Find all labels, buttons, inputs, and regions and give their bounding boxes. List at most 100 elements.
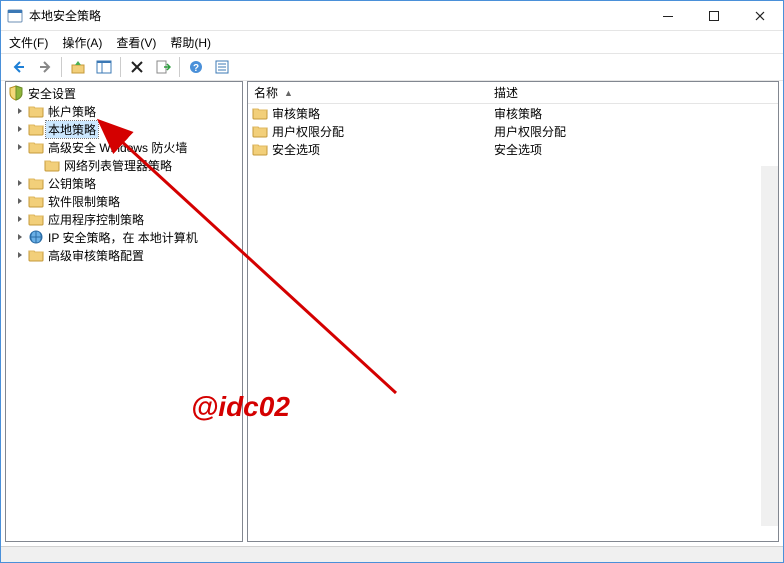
folder-up-icon — [70, 59, 86, 75]
panes-icon — [96, 59, 112, 75]
tree-item[interactable]: 公钥策略 — [6, 174, 242, 192]
list-name-label: 审核策略 — [272, 105, 320, 122]
annotation-watermark: @idc02 — [191, 391, 290, 423]
list-cell-name: 安全选项 — [248, 141, 488, 158]
folder-icon — [28, 193, 44, 209]
window-controls — [645, 1, 783, 31]
expand-icon[interactable] — [14, 123, 26, 135]
folder-icon — [28, 247, 44, 263]
sort-ascending-icon: ▲ — [284, 88, 293, 98]
expand-icon[interactable] — [14, 213, 26, 225]
tree-item-label: 高级审核策略配置 — [46, 247, 146, 264]
tree-item[interactable]: 网络列表管理器策略 — [6, 156, 242, 174]
up-button[interactable] — [66, 55, 90, 79]
list-desc-label: 安全选项 — [494, 141, 542, 158]
tree-view: 安全设置 帐户策略本地策略高级安全 Windows 防火墙网络列表管理器策略公钥… — [6, 82, 242, 266]
list-cell-desc: 安全选项 — [488, 141, 778, 158]
menu-action[interactable]: 操作(A) — [62, 34, 102, 51]
help-icon — [188, 59, 204, 75]
properties-icon — [214, 59, 230, 75]
tree-root-label: 安全设置 — [26, 85, 78, 102]
expand-icon[interactable] — [14, 105, 26, 117]
close-button[interactable] — [737, 1, 783, 31]
properties-button[interactable] — [210, 55, 234, 79]
list-desc-label: 用户权限分配 — [494, 123, 566, 140]
folder-icon — [28, 211, 44, 227]
export-icon — [155, 59, 171, 75]
toolbar-separator — [179, 57, 180, 77]
menu-bar: 文件(F) 操作(A) 查看(V) 帮助(H) — [1, 31, 783, 53]
menu-view[interactable]: 查看(V) — [116, 34, 156, 51]
tree-item[interactable]: 高级审核策略配置 — [6, 246, 242, 264]
maximize-button[interactable] — [691, 1, 737, 31]
list-header: 名称 ▲ 描述 — [248, 82, 778, 104]
back-icon — [11, 59, 27, 75]
folder-icon — [44, 157, 60, 173]
expand-icon[interactable] — [14, 195, 26, 207]
security-settings-icon — [8, 85, 24, 101]
list-name-label: 安全选项 — [272, 141, 320, 158]
tree-item-label: 帐户策略 — [46, 103, 98, 120]
tree-item-label: 应用程序控制策略 — [46, 211, 146, 228]
expand-icon[interactable] — [14, 231, 26, 243]
list-cell-desc: 用户权限分配 — [488, 123, 778, 140]
list-cell-desc: 审核策略 — [488, 105, 778, 122]
export-list-button[interactable] — [151, 55, 175, 79]
list-body: 审核策略审核策略用户权限分配用户权限分配安全选项安全选项 — [248, 104, 778, 158]
menu-file[interactable]: 文件(F) — [9, 34, 48, 51]
folder-icon — [252, 141, 268, 157]
column-desc-label: 描述 — [494, 84, 518, 101]
show-hide-tree-button[interactable] — [92, 55, 116, 79]
help-button[interactable] — [184, 55, 208, 79]
title-bar: 本地安全策略 — [1, 1, 783, 31]
list-row[interactable]: 安全选项 安全选项 — [248, 140, 778, 158]
tree-item[interactable]: IP 安全策略，在 本地计算机 — [6, 228, 242, 246]
tree-item[interactable]: 帐户策略 — [6, 102, 242, 120]
status-bar — [1, 546, 783, 562]
tree-item[interactable]: 本地策略 — [6, 120, 242, 138]
app-icon — [7, 8, 23, 24]
list-name-label: 用户权限分配 — [272, 123, 344, 140]
tree-item-label: 本地策略 — [46, 121, 98, 138]
folder-icon — [28, 121, 44, 137]
window-title: 本地安全策略 — [29, 7, 101, 24]
tree-item[interactable]: 高级安全 Windows 防火墙 — [6, 138, 242, 156]
tree-item-label: 软件限制策略 — [46, 193, 122, 210]
tree-item-label: 网络列表管理器策略 — [62, 157, 174, 174]
forward-button[interactable] — [33, 55, 57, 79]
list-row[interactable]: 审核策略 审核策略 — [248, 104, 778, 122]
folder-icon — [28, 175, 44, 191]
column-header-description[interactable]: 描述 — [488, 82, 778, 103]
scrollbar-gutter — [761, 166, 778, 526]
tree-pane[interactable]: 安全设置 帐户策略本地策略高级安全 Windows 防火墙网络列表管理器策略公钥… — [5, 81, 243, 542]
folder-icon — [252, 105, 268, 121]
list-pane[interactable]: 名称 ▲ 描述 审核策略审核策略用户权限分配用户权限分配安全选项安全选项 — [247, 81, 779, 542]
folder-icon — [28, 103, 44, 119]
delete-icon — [129, 59, 145, 75]
toolbar-separator — [61, 57, 62, 77]
globe-icon — [28, 229, 44, 245]
tree-item[interactable]: 应用程序控制策略 — [6, 210, 242, 228]
app-window: 本地安全策略 文件(F) 操作(A) 查看(V) 帮助(H) — [0, 0, 784, 563]
back-button[interactable] — [7, 55, 31, 79]
toolbar-separator — [120, 57, 121, 77]
tree-item-label: 高级安全 Windows 防火墙 — [46, 139, 189, 156]
tree-root[interactable]: 安全设置 — [6, 84, 242, 102]
expand-icon[interactable] — [14, 249, 26, 261]
forward-icon — [37, 59, 53, 75]
expand-icon[interactable] — [14, 177, 26, 189]
client-area: 安全设置 帐户策略本地策略高级安全 Windows 防火墙网络列表管理器策略公钥… — [1, 81, 783, 546]
list-row[interactable]: 用户权限分配 用户权限分配 — [248, 122, 778, 140]
column-header-name[interactable]: 名称 ▲ — [248, 82, 488, 103]
toolbar — [1, 53, 783, 81]
tree-item-label: IP 安全策略，在 本地计算机 — [46, 229, 200, 246]
tree-item-label: 公钥策略 — [46, 175, 98, 192]
folder-icon — [28, 139, 44, 155]
minimize-button[interactable] — [645, 1, 691, 31]
list-cell-name: 审核策略 — [248, 105, 488, 122]
expand-icon[interactable] — [14, 141, 26, 153]
menu-help[interactable]: 帮助(H) — [170, 34, 211, 51]
delete-button[interactable] — [125, 55, 149, 79]
list-cell-name: 用户权限分配 — [248, 123, 488, 140]
tree-item[interactable]: 软件限制策略 — [6, 192, 242, 210]
